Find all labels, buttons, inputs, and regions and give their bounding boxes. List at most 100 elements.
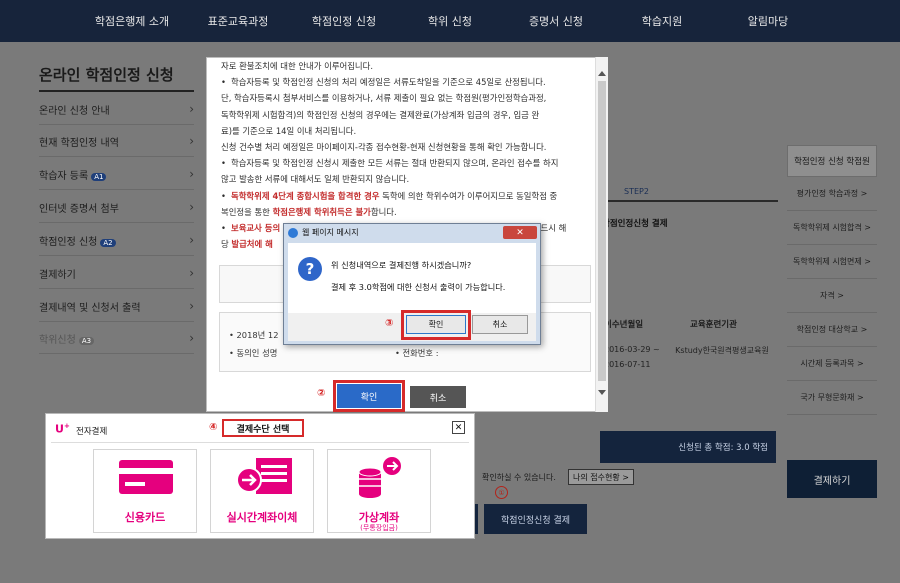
- bank-transfer-option[interactable]: 실시간계좌이체: [210, 449, 314, 533]
- step-badge: A1: [91, 172, 107, 181]
- highlight-text: 독학학위제 4단계 종합시험을 합격한 경우: [231, 190, 380, 201]
- nav-item[interactable]: 알림마당: [715, 0, 821, 42]
- question-icon: ?: [298, 257, 322, 281]
- step-number-1: ①: [495, 486, 508, 499]
- payment-popup: U+ 전자결제 ④ 결제수단 선택 ✕ 신용카드 실시간계좌이체 가상계좌 (무…: [45, 413, 475, 539]
- step-title: 학점인정신청 결제: [602, 219, 668, 229]
- my-status-button[interactable]: 나의 접수현황 >: [568, 469, 634, 485]
- right-panel-item[interactable]: 국가 무형문화재 >: [787, 381, 877, 415]
- highlight-text: 발급처에 해: [231, 239, 273, 250]
- sidebar-item[interactable]: 인터넷 증명서 첨부 ›: [39, 192, 194, 223]
- sidebar-title: 온라인 학점인정 신청: [39, 66, 174, 84]
- highlight-text: 보육교사 등의: [231, 223, 281, 234]
- info-phone-text: 전화번호 :: [402, 348, 439, 358]
- sidebar-item-label: 학점인정 신청: [39, 236, 98, 248]
- table-cell-date-from: 2016-03-29 ~: [604, 345, 660, 354]
- apply-payment-button[interactable]: 학점인정신청 결제: [484, 504, 587, 534]
- sidebar-item[interactable]: 학위신청 A3 ›: [39, 323, 194, 354]
- notice-text: 합니다.: [370, 206, 397, 217]
- sidebar-item[interactable]: 온라인 신청 안내 ›: [39, 94, 194, 125]
- info-date-text: 2018년 12: [236, 330, 279, 340]
- notice-line: 자로 환불조치에 대한 안내가 이루어집니다.: [221, 61, 373, 71]
- sidebar-item[interactable]: 학점인정 신청 A2 ›: [39, 225, 194, 256]
- notice-line: 독학학위제 시험합격)의 학점인정 신청의 경우에는 결제완료(가상계좌 입금의…: [221, 109, 540, 120]
- dialog-cancel-button[interactable]: 취소: [472, 315, 528, 334]
- table-cell-org: Kstudy한국원격평생교육원: [675, 346, 769, 355]
- notice-line: 신청 건수별 처리 예정일은 마이페이지-각종 접수현황-현재 신청현황을 통해…: [221, 142, 547, 153]
- modal-scrollbar[interactable]: [595, 57, 608, 412]
- chevron-right-icon: ›: [189, 233, 194, 247]
- dialog-titlebar: 웹 페이지 메시지: [284, 224, 540, 241]
- modal-ok-button[interactable]: 확인: [337, 384, 401, 408]
- info-name: • 동의인 성명: [229, 348, 278, 358]
- chevron-right-icon: ›: [189, 102, 194, 116]
- modal-cancel-button[interactable]: 취소: [410, 386, 466, 408]
- option-sublabel: (무통장입금): [360, 524, 398, 532]
- logo-text: U: [55, 422, 64, 436]
- dialog-title: 웹 페이지 메시지: [302, 228, 359, 237]
- dialog-ok-button[interactable]: 확인: [406, 315, 466, 334]
- right-panel-item[interactable]: 자격 >: [787, 279, 877, 313]
- step-number-3: ③: [385, 318, 394, 329]
- sidebar-item-label: 학습자 등록: [39, 170, 89, 182]
- notice-line-red: 독학학위제 4단계 종합시험을 합격한 경우 독학에 의한 학위수여가 이루어지…: [221, 188, 593, 204]
- nav-item[interactable]: 학위 신청: [397, 0, 503, 42]
- sidebar-pay-button[interactable]: 결제하기: [787, 460, 877, 498]
- right-panel: 학점인정 신청 학점원 평가인정 학습과정 > 독학학위제 시험합격 > 독학학…: [787, 145, 877, 415]
- nav-item[interactable]: 증명서 신청: [503, 0, 609, 42]
- notice-text: 독학에 의한 학위수여가 이루어지므로 동일학점 중: [379, 190, 558, 201]
- option-label: 신용카드: [124, 511, 166, 524]
- right-panel-item[interactable]: 독학학위제 시험합격 >: [787, 211, 877, 245]
- scroll-down-icon[interactable]: [598, 390, 606, 395]
- header-divider: [51, 442, 469, 443]
- info-name-text: 동의인 성명: [236, 348, 278, 358]
- chevron-right-icon: ›: [189, 331, 194, 345]
- credit-card-option[interactable]: 신용카드: [93, 449, 197, 533]
- notice-line: 복인정을 통한 학점은행제 학위취득은 불가합니다.: [221, 204, 593, 220]
- sidebar-divider: [39, 90, 194, 92]
- dialog-message: 결제 후 3.0학점에 대한 신청서 출력이 가능합니다.: [331, 282, 506, 292]
- highlight-text: 학점은행제 학위취득은 불가: [272, 206, 371, 217]
- total-credit-bar: 신청된 총 학점: 3.0 학점: [600, 431, 776, 463]
- sidebar-item-label: 현재 학점인정 내역: [39, 137, 119, 149]
- scroll-thumb[interactable]: [598, 81, 606, 381]
- bank-transfer-icon: [236, 458, 292, 494]
- notice-line: 료)를 기준으로 14일 이내 처리됩니다.: [221, 125, 357, 136]
- notice-text: 당: [221, 239, 232, 250]
- sidebar-item[interactable]: 학습자 등록 A1 ›: [39, 159, 194, 190]
- sidebar-item-label: 인터넷 증명서 첨부: [39, 203, 119, 215]
- notice-line: 학습자등록 및 학점인정 신청의 처리 예정일은 서류도착일을 기준으로 45일…: [221, 74, 593, 90]
- step-number-2: ②: [317, 388, 326, 399]
- right-panel-item[interactable]: 학점인정 대상학교 >: [787, 313, 877, 347]
- close-icon[interactable]: ✕: [452, 421, 465, 434]
- table-header-date: 이수년월일: [604, 320, 644, 330]
- chevron-right-icon: ›: [189, 134, 194, 148]
- chevron-right-icon: ›: [189, 299, 194, 313]
- nav-item[interactable]: 학습지원: [609, 0, 715, 42]
- right-panel-item[interactable]: 독학학위제 시험면제 >: [787, 245, 877, 279]
- sidebar-item[interactable]: 결제내역 및 신청서 출력 ›: [39, 291, 194, 322]
- info-phone: • 전화번호 :: [395, 348, 439, 358]
- notice-text: 복인정을 통한: [221, 206, 273, 217]
- nav-item[interactable]: 학점인정 신청: [291, 0, 397, 42]
- virtual-account-icon: [358, 457, 401, 498]
- scroll-up-icon[interactable]: [598, 71, 606, 76]
- virtual-account-option[interactable]: 가상계좌 (무통장입금): [327, 449, 431, 533]
- lguplus-logo: U+: [55, 422, 70, 436]
- close-icon[interactable]: ✕: [503, 226, 537, 239]
- right-panel-item[interactable]: 평가인정 학습과정 >: [787, 177, 877, 211]
- notice-line: 학습자등록 및 학점인정 신청시 제출한 모든 서류는 절대 반환되지 않으며,…: [221, 155, 593, 171]
- right-panel-item[interactable]: 시간제 등록과목 >: [787, 347, 877, 381]
- sidebar-item-active[interactable]: 결제하기 ›: [39, 258, 194, 289]
- nav-item[interactable]: 표준교육과정: [185, 0, 291, 42]
- sidebar-item-label: 온라인 신청 안내: [39, 105, 110, 117]
- logo-sup: +: [63, 422, 70, 430]
- step-divider: [603, 200, 778, 202]
- nav-item[interactable]: 학점은행제 소개: [79, 0, 185, 42]
- top-navigation: 학점은행제 소개 표준교육과정 학점인정 신청 학위 신청 증명서 신청 학습지…: [0, 0, 900, 42]
- chevron-right-icon: ›: [189, 266, 194, 280]
- payment-provider-label: 전자결제: [76, 427, 108, 437]
- step-badge: A3: [78, 336, 95, 345]
- dialog-message: 위 신청내역으로 결제진행 하시겠습니까?: [331, 260, 472, 270]
- sidebar-item[interactable]: 현재 학점인정 내역 ›: [39, 126, 194, 157]
